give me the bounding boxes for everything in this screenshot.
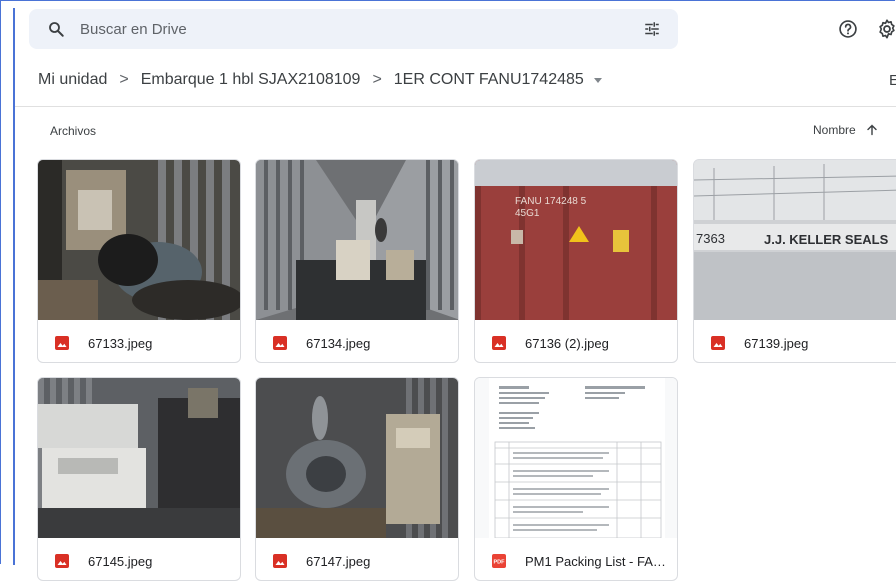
file-card[interactable]: 67147.jpeg <box>255 377 459 581</box>
file-name[interactable]: 67134.jpeg <box>306 336 454 351</box>
breadcrumb-item-shipment[interactable]: Embarque 1 hbl SJAX2108109 <box>141 71 361 89</box>
file-name[interactable]: 67147.jpeg <box>306 554 454 569</box>
search-options-icon[interactable] <box>643 20 661 38</box>
file-name[interactable]: 67139.jpeg <box>744 336 892 351</box>
image-file-icon <box>55 554 69 568</box>
file-thumbnail[interactable] <box>475 378 677 538</box>
container-mark: FANU 174248 5 <box>515 196 587 207</box>
sort-control[interactable]: Nombre <box>813 123 878 137</box>
file-card[interactable]: FANU 174248 5 45G1 67136 (2).jpeg <box>474 159 678 363</box>
file-thumbnail[interactable] <box>256 378 458 538</box>
file-thumbnail[interactable] <box>38 378 240 538</box>
folder-menu-caret-icon[interactable] <box>593 77 602 83</box>
container-mark: 45G1 <box>515 208 540 219</box>
settings-icon[interactable] <box>876 18 896 40</box>
header-divider <box>15 106 896 107</box>
file-name[interactable]: 67133.jpeg <box>88 336 236 351</box>
file-name[interactable]: 67145.jpeg <box>88 554 236 569</box>
breadcrumb-item-current-folder[interactable]: 1ER CONT FANU1742485 <box>394 71 584 89</box>
file-card[interactable]: PDF PM1 Packing List - FANU ... <box>474 377 678 581</box>
file-thumbnail[interactable] <box>38 160 240 320</box>
file-name[interactable]: 67136 (2).jpeg <box>525 336 673 351</box>
file-card[interactable]: 67145.jpeg <box>37 377 241 581</box>
section-label: Archivos <box>50 124 97 138</box>
arrow-up-icon[interactable] <box>866 124 878 136</box>
file-name[interactable]: PM1 Packing List - FANU ... <box>525 554 673 569</box>
seal-brand: J.J. KELLER SEALS <box>764 232 889 247</box>
pdf-file-icon: PDF <box>492 554 506 568</box>
breadcrumb-separator: > <box>119 71 129 88</box>
window-edge <box>13 8 15 565</box>
file-card[interactable]: 7363 J.J. KELLER SEALS 67139.jpeg <box>693 159 896 363</box>
search-icon[interactable] <box>47 20 65 38</box>
breadcrumb: Mi unidad > Embarque 1 hbl SJAX2108109 >… <box>38 71 602 89</box>
seal-number: 7363 <box>696 231 725 246</box>
search-bar[interactable]: Buscar en Drive <box>29 9 678 49</box>
file-thumbnail[interactable] <box>256 160 458 320</box>
view-toggle-partial[interactable]: E <box>889 72 896 89</box>
breadcrumb-separator: > <box>372 71 382 88</box>
search-input[interactable]: Buscar en Drive <box>80 21 187 38</box>
image-file-icon <box>492 336 506 350</box>
sort-label[interactable]: Nombre <box>813 123 856 137</box>
file-thumbnail[interactable]: FANU 174248 5 45G1 <box>475 160 677 320</box>
file-card[interactable]: 67134.jpeg <box>255 159 459 363</box>
image-file-icon <box>55 336 69 350</box>
image-file-icon <box>273 336 287 350</box>
breadcrumb-item-my-drive[interactable]: Mi unidad <box>38 71 107 89</box>
file-card[interactable]: 67133.jpeg <box>37 159 241 363</box>
image-file-icon <box>273 554 287 568</box>
help-icon[interactable] <box>838 19 858 39</box>
image-file-icon <box>711 336 725 350</box>
file-thumbnail[interactable]: 7363 J.J. KELLER SEALS <box>694 160 896 320</box>
